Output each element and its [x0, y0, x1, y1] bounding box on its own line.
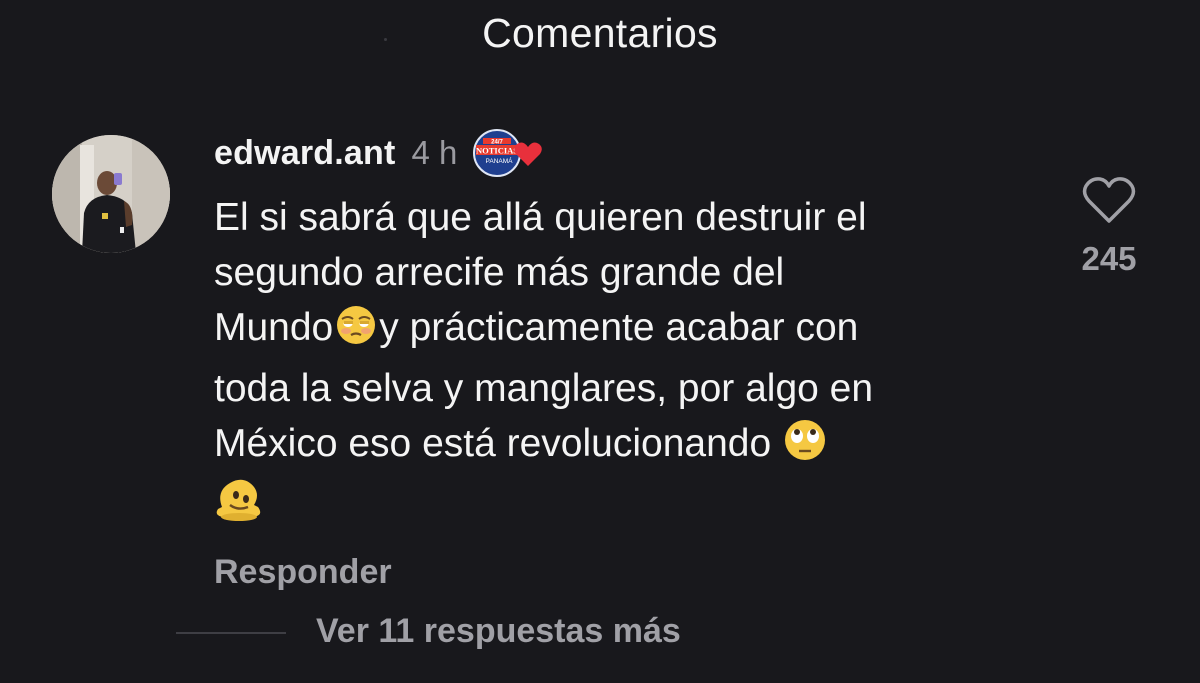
- avatar[interactable]: [52, 135, 170, 253]
- creator-liked-badge: 24/7 NOTICIAS PANAMÁ: [473, 128, 545, 178]
- comment-line: y prácticamente acabar con: [379, 306, 859, 349]
- heart-icon: [514, 142, 543, 166]
- badge-line-2: NOTICIAS: [476, 146, 518, 156]
- comment-text: El si sabrá que allá quieren destruir el…: [214, 190, 1044, 538]
- comment-timestamp: 4 h: [411, 134, 458, 171]
- reply-button[interactable]: Responder: [214, 553, 1044, 592]
- face-with-rolling-eyes-emoji: [782, 418, 828, 477]
- page-title: Comentarios: [482, 10, 718, 56]
- comment: edward.ant 4 h 24/7 NOTICIAS PANAMÁ El s…: [214, 128, 1044, 592]
- flushed-face-emoji: [333, 304, 379, 361]
- comment-line: El si sabrá que allá quieren destruir el: [214, 196, 867, 239]
- replies-divider: [176, 632, 286, 634]
- badge-line-3: PANAMÁ: [486, 156, 514, 165]
- like-count: 245: [1081, 240, 1137, 277]
- comment-line: segundo arrecife más grande del: [214, 251, 785, 294]
- view-replies-button[interactable]: Ver 11 respuestas más: [316, 612, 681, 651]
- comments-screen: Comentarios edward.ant 4 h 24/7 NOTICIAS…: [0, 0, 1200, 683]
- comment-meta: edward.ant 4 h 24/7 NOTICIAS PANAMÁ: [214, 128, 1044, 178]
- heart-outline-icon[interactable]: [1081, 176, 1137, 226]
- comment-line: México eso está revolucionando: [214, 422, 782, 465]
- like-area: 245: [1066, 176, 1152, 278]
- comment-line: Mundo: [214, 306, 334, 349]
- comment-line: toda la selva y manglares, por algo en: [214, 367, 874, 410]
- username[interactable]: edward.ant: [214, 134, 395, 173]
- melting-face-emoji: [214, 477, 264, 538]
- avatar-photo: [52, 135, 170, 253]
